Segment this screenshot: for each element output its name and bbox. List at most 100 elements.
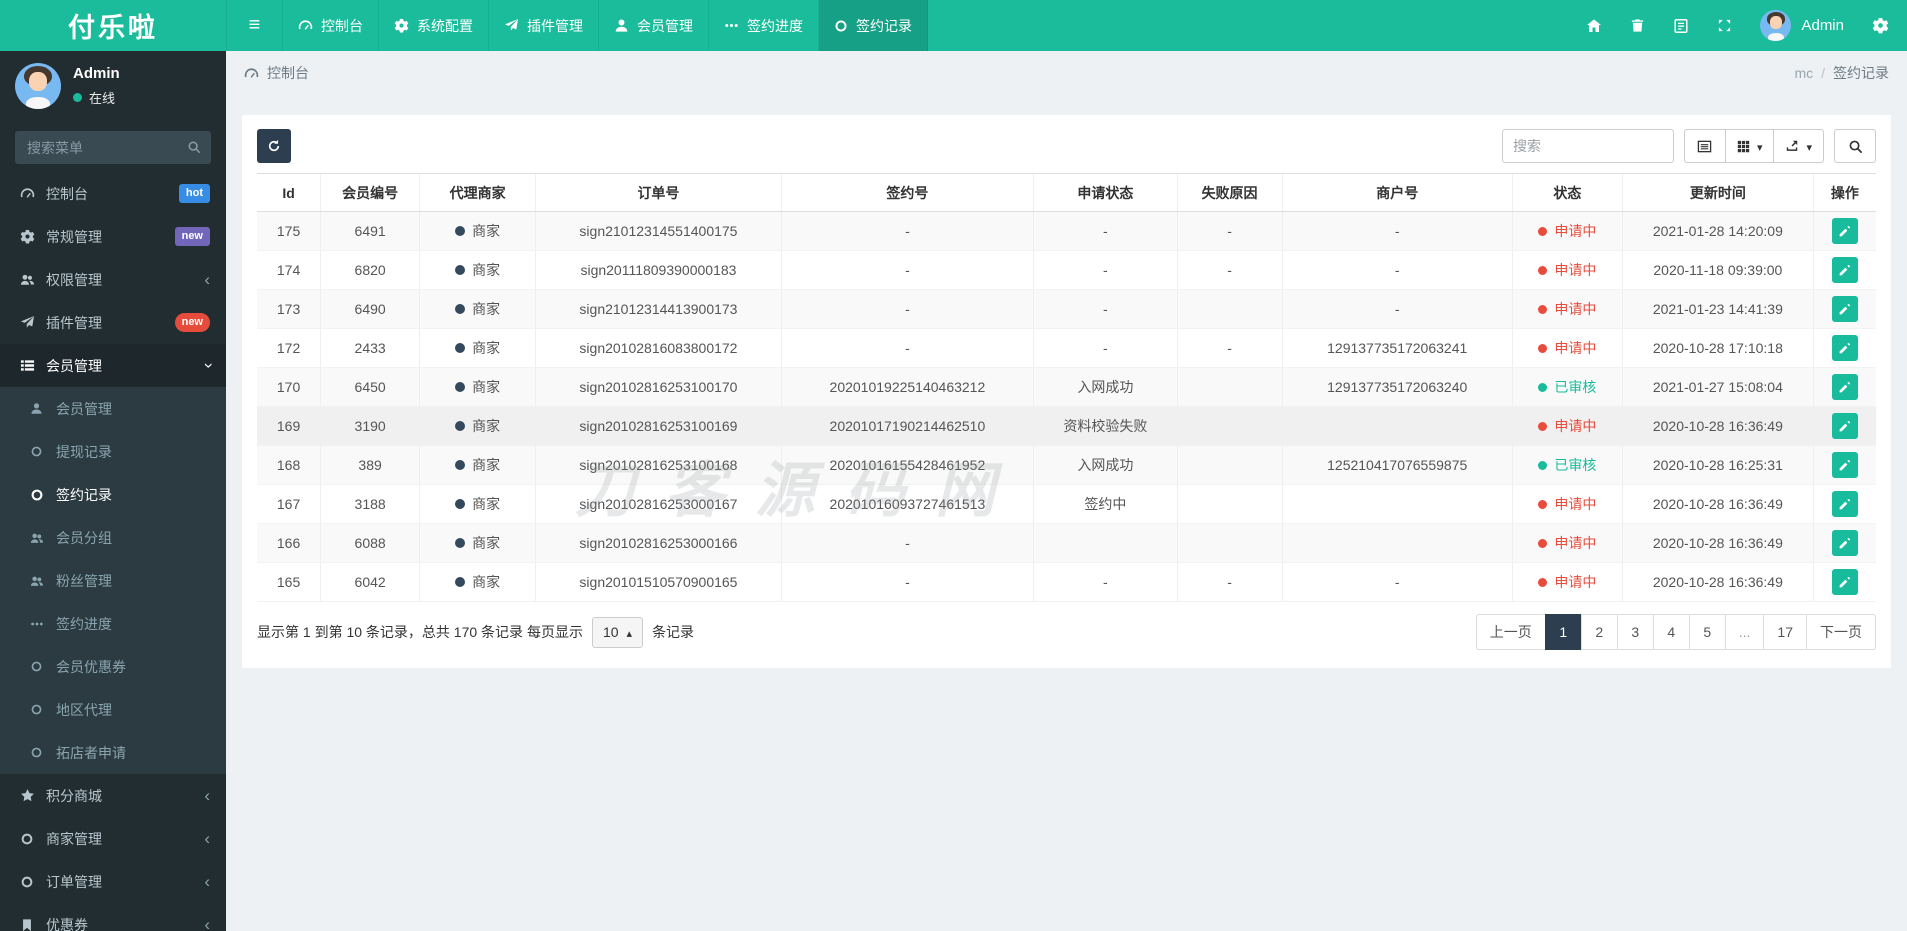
book-icon[interactable] xyxy=(1659,18,1703,34)
chevron-left-icon xyxy=(204,916,210,931)
columns-button[interactable] xyxy=(1724,129,1775,163)
sidebar-item-general[interactable]: 常规管理 new xyxy=(0,215,226,258)
ellipsis-icon xyxy=(724,18,739,33)
expand-icon[interactable] xyxy=(1703,18,1746,33)
agent-dot-icon xyxy=(455,538,466,548)
edit-button[interactable] xyxy=(1831,374,1858,400)
sidebar-item-member-coupons[interactable]: 会员优惠券 xyxy=(0,645,226,688)
tab-system-config[interactable]: 系统配置 xyxy=(379,0,489,51)
page-prev-button[interactable]: 上一页 xyxy=(1475,614,1546,650)
sidebar-item-fans[interactable]: 粉丝管理 xyxy=(0,559,226,602)
col-updated: 更新时间 xyxy=(1621,173,1814,212)
sidebar-item-order-management[interactable]: 订单管理 xyxy=(0,860,226,903)
sidebar-item-sign-records[interactable]: 签约记录 xyxy=(0,473,226,516)
status-dot-icon xyxy=(1538,382,1548,392)
search-button[interactable] xyxy=(1834,129,1876,163)
sidebar-item-region-agents[interactable]: 地区代理 xyxy=(0,688,226,731)
edit-button[interactable] xyxy=(1831,452,1858,478)
status-dot-icon xyxy=(1538,499,1548,509)
col-order-no: 订单号 xyxy=(535,173,782,212)
refresh-button[interactable] xyxy=(257,129,291,163)
search-icon xyxy=(1848,139,1863,154)
users-icon xyxy=(30,531,56,545)
home-icon[interactable] xyxy=(1572,18,1616,34)
status-badge: 已审核 xyxy=(1538,455,1596,475)
status-dot-icon xyxy=(1538,538,1548,548)
sidebar-search-input[interactable] xyxy=(15,131,211,164)
edit-button[interactable] xyxy=(1831,218,1858,244)
table-row: 166 6088 商家 sign20102816253000166 - 申请中 … xyxy=(257,523,1876,563)
pencil-icon xyxy=(1838,420,1851,433)
sidebar-item-dashboard[interactable]: 控制台 hot xyxy=(0,172,226,215)
col-agent: 代理商家 xyxy=(419,173,536,212)
chevron-left-icon xyxy=(204,787,210,804)
page-button-3[interactable]: 3 xyxy=(1616,614,1654,650)
agent-dot-icon xyxy=(455,226,466,236)
sidebar-item-sign-progress[interactable]: 签约进度 xyxy=(0,602,226,645)
agent-dot-icon xyxy=(455,499,466,509)
agent-dot-icon xyxy=(455,460,466,470)
page-button-17[interactable]: 17 xyxy=(1763,614,1807,650)
circle-icon xyxy=(20,832,46,846)
edit-button[interactable] xyxy=(1831,335,1858,361)
col-actions: 操作 xyxy=(1812,173,1876,212)
sidebar-item-points-mall[interactable]: 积分商城 xyxy=(0,774,226,817)
sidebar-toggle-button[interactable]: ≡ xyxy=(226,0,283,51)
per-page-select[interactable]: 10 xyxy=(591,616,644,648)
sidebar-item-shop-applications[interactable]: 拓店者申请 xyxy=(0,731,226,774)
gears-icon[interactable] xyxy=(1858,17,1903,34)
tab-dashboard[interactable]: 控制台 xyxy=(283,0,379,51)
table-row: 174 6820 商家 sign20111809390000183 - - - … xyxy=(257,250,1876,290)
tab-sign-progress[interactable]: 签约进度 xyxy=(709,0,819,51)
users-icon xyxy=(20,272,46,287)
col-fail-reason: 失败原因 xyxy=(1176,173,1283,212)
view-buttons xyxy=(1683,129,1824,163)
page-button-4[interactable]: 4 xyxy=(1652,614,1690,650)
detail-view-button[interactable] xyxy=(1683,129,1726,163)
breadcrumb-left-label: 控制台 xyxy=(267,65,309,81)
sidebar-item-member-list[interactable]: 会员管理 xyxy=(0,387,226,430)
edit-button[interactable] xyxy=(1831,530,1858,556)
status-badge: 申请中 xyxy=(1538,299,1596,319)
page-next-button[interactable]: 下一页 xyxy=(1806,614,1876,650)
status-dot-icon xyxy=(1538,226,1548,236)
user-menu[interactable]: Admin xyxy=(1760,10,1844,41)
sidebar-item-plugins[interactable]: 插件管理 new xyxy=(0,301,226,344)
page-button-1[interactable]: 1 xyxy=(1544,614,1582,650)
circle-icon xyxy=(30,445,56,458)
sidebar-item-merchant-management[interactable]: 商家管理 xyxy=(0,817,226,860)
edit-button[interactable] xyxy=(1831,257,1858,283)
sidebar-item-members[interactable]: 会员管理 xyxy=(0,344,226,387)
breadcrumb-current: 签约记录 xyxy=(1833,65,1889,81)
pencil-icon xyxy=(1838,459,1851,472)
search-icon[interactable] xyxy=(187,140,201,154)
status-badge: 申请中 xyxy=(1538,533,1596,553)
edit-button[interactable] xyxy=(1831,569,1858,595)
tab-plugin-management[interactable]: 插件管理 xyxy=(489,0,599,51)
tab-member-management[interactable]: 会员管理 xyxy=(599,0,709,51)
page-ellipsis: ... xyxy=(1724,614,1765,650)
tab-sign-records[interactable]: 签约记录 xyxy=(819,0,928,51)
sidebar-item-permissions[interactable]: 权限管理 xyxy=(0,258,226,301)
breadcrumb-root[interactable]: mc xyxy=(1794,65,1813,81)
sidebar-item-withdraw-records[interactable]: 提现记录 xyxy=(0,430,226,473)
page-button-5[interactable]: 5 xyxy=(1688,614,1726,650)
user-name: Admin xyxy=(1801,17,1844,34)
export-button[interactable] xyxy=(1773,129,1824,163)
trash-icon[interactable] xyxy=(1616,18,1659,33)
table-row: 172 2433 商家 sign20102816083800172 - - - … xyxy=(257,328,1876,368)
page-button-2[interactable]: 2 xyxy=(1580,614,1618,650)
table-row: 165 6042 商家 sign20101510570900165 - - - … xyxy=(257,562,1876,602)
edit-button[interactable] xyxy=(1831,413,1858,439)
edit-button[interactable] xyxy=(1831,296,1858,322)
table-row: 170 6450 商家 sign20102816253100170 202010… xyxy=(257,367,1876,407)
table-search-input[interactable] xyxy=(1501,129,1674,163)
table-toolbar xyxy=(257,129,1876,163)
sidebar-item-member-groups[interactable]: 会员分组 xyxy=(0,516,226,559)
edit-button[interactable] xyxy=(1831,491,1858,517)
chevron-down-icon xyxy=(204,357,210,374)
gear-icon xyxy=(394,18,409,33)
status-badge: 申请中 xyxy=(1538,338,1596,358)
sidebar-item-coupons[interactable]: 优惠券 xyxy=(0,903,226,931)
chevron-left-icon xyxy=(204,271,210,288)
